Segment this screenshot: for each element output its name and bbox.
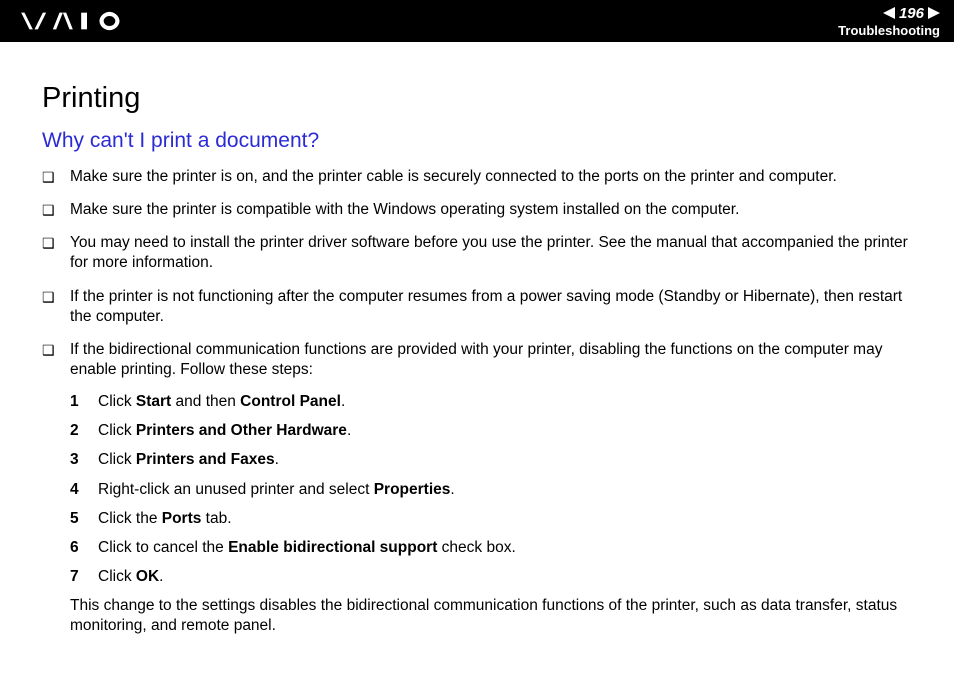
step-item: 2Click Printers and Other Hardware. (70, 421, 920, 441)
step-text: Click Start and then Control Panel. (98, 392, 345, 412)
header-bar: 196 Troubleshooting (0, 0, 954, 42)
step-item: 7Click OK. (70, 567, 920, 587)
page-nav: 196 (883, 5, 940, 22)
next-page-icon[interactable] (928, 7, 940, 19)
prev-page-icon[interactable] (883, 7, 895, 19)
question-heading: Why can't I print a document? (42, 129, 920, 153)
bullet-list: ❑ Make sure the printer is on, and the p… (42, 167, 920, 636)
closing-text: This change to the settings disables the… (70, 596, 920, 636)
bullet-icon: ❑ (42, 167, 70, 186)
list-item: ❑ Make sure the printer is compatible wi… (42, 200, 920, 220)
bullet-text: You may need to install the printer driv… (70, 233, 920, 273)
step-number: 5 (70, 509, 98, 529)
step-item: 3Click Printers and Faxes. (70, 450, 920, 470)
section-label: Troubleshooting (838, 23, 940, 38)
step-text: Click the Ports tab. (98, 509, 232, 529)
bullet-text-with-steps: If the bidirectional communication funct… (70, 340, 920, 637)
bullet-text: Make sure the printer is compatible with… (70, 200, 920, 220)
step-number: 2 (70, 421, 98, 441)
list-item: ❑ You may need to install the printer dr… (42, 233, 920, 273)
page-title: Printing (42, 82, 920, 115)
step-text: Click Printers and Other Hardware. (98, 421, 351, 441)
step-item: 5Click the Ports tab. (70, 509, 920, 529)
bullet-text: If the printer is not functioning after … (70, 287, 920, 327)
step-item: 4Right-click an unused printer and selec… (70, 480, 920, 500)
step-item: 6Click to cancel the Enable bidirectiona… (70, 538, 920, 558)
step-number: 7 (70, 567, 98, 587)
step-text: Click Printers and Faxes. (98, 450, 279, 470)
bullet-icon: ❑ (42, 287, 70, 306)
step-number: 3 (70, 450, 98, 470)
bullet-intro: If the bidirectional communication funct… (70, 341, 882, 378)
list-item: ❑ If the printer is not functioning afte… (42, 287, 920, 327)
step-number: 4 (70, 480, 98, 500)
content-area: Printing Why can't I print a document? ❑… (0, 42, 954, 636)
bullet-icon: ❑ (42, 200, 70, 219)
steps-list: 1Click Start and then Control Panel. 2Cl… (70, 392, 920, 587)
list-item: ❑ If the bidirectional communication fun… (42, 340, 920, 637)
step-number: 6 (70, 538, 98, 558)
bullet-icon: ❑ (42, 233, 70, 252)
step-item: 1Click Start and then Control Panel. (70, 392, 920, 412)
step-text: Right-click an unused printer and select… (98, 480, 455, 500)
step-text: Click to cancel the Enable bidirectional… (98, 538, 516, 558)
header-meta: 196 Troubleshooting (838, 5, 940, 38)
list-item: ❑ Make sure the printer is on, and the p… (42, 167, 920, 187)
step-number: 1 (70, 392, 98, 412)
step-text: Click OK. (98, 567, 163, 587)
bullet-icon: ❑ (42, 340, 70, 359)
vaio-logo (20, 11, 124, 31)
bullet-text: Make sure the printer is on, and the pri… (70, 167, 920, 187)
page-number: 196 (899, 5, 924, 22)
